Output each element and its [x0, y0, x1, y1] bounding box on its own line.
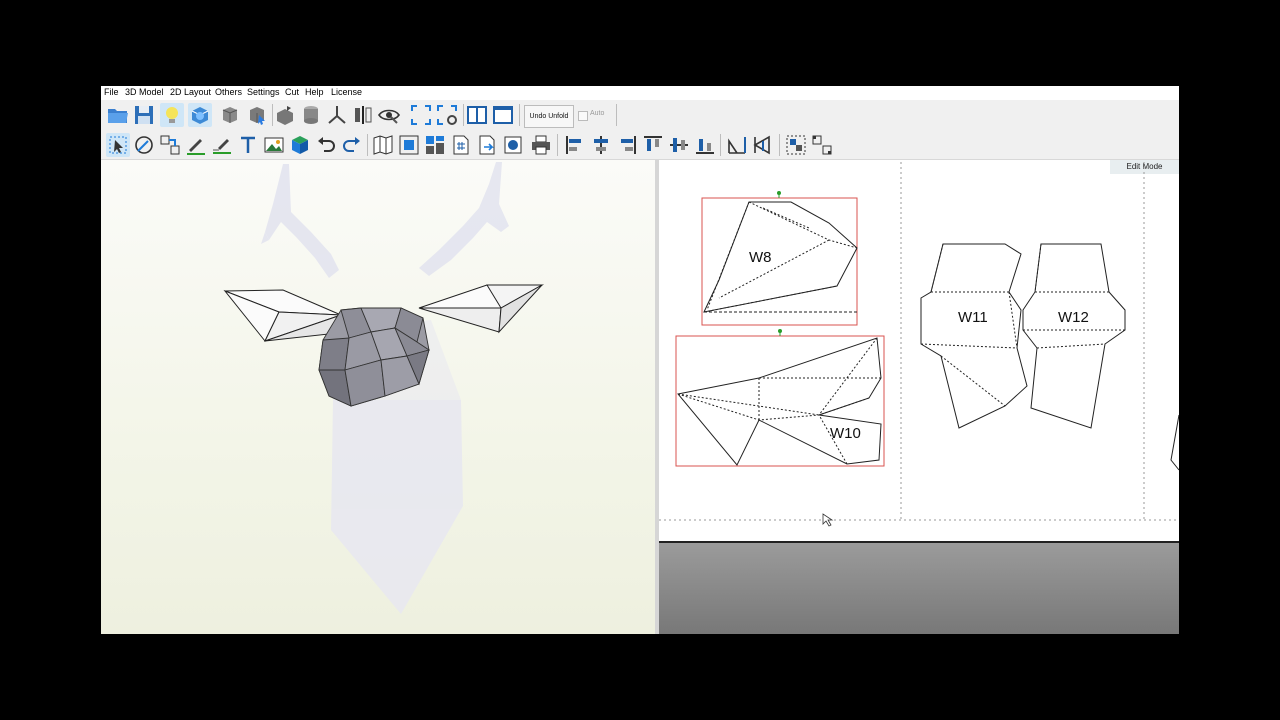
- menu-settings[interactable]: Settings: [247, 87, 280, 97]
- rotate-icon[interactable]: [132, 133, 156, 157]
- 2d-layout-view[interactable]: Edit Mode W8 W10 W11 W12: [659, 160, 1179, 634]
- cylinder-icon[interactable]: [299, 103, 323, 127]
- menu-file[interactable]: File: [104, 87, 119, 97]
- app-window: File 3D Model 2D Layout Others Settings …: [101, 86, 1179, 634]
- cube-flat-icon[interactable]: [273, 103, 297, 127]
- part-label-w11: W11: [958, 309, 988, 326]
- edit-line-icon[interactable]: [210, 133, 234, 157]
- menu-license[interactable]: License: [331, 87, 362, 97]
- select-arrow-icon[interactable]: [106, 133, 130, 157]
- undo-unfold-button[interactable]: Undo Unfold: [524, 105, 574, 128]
- flip-v-icon[interactable]: [751, 133, 775, 157]
- align-top-icon[interactable]: [641, 133, 665, 157]
- flip-h-icon[interactable]: [725, 133, 749, 157]
- align-center-icon[interactable]: [589, 133, 613, 157]
- part-w12[interactable]: [1022, 243, 1126, 429]
- align-bottom-icon[interactable]: [693, 133, 717, 157]
- align-right-icon[interactable]: [615, 133, 639, 157]
- part-w10[interactable]: [675, 329, 885, 467]
- cube-color-icon[interactable]: [288, 133, 312, 157]
- deer-head-model: [223, 162, 544, 614]
- mirror-icon[interactable]: [351, 103, 375, 127]
- auto-checkbox[interactable]: [578, 111, 588, 121]
- part-label-w12: W12: [1058, 309, 1089, 326]
- group-icon[interactable]: [784, 133, 808, 157]
- mouse-cursor-icon: [822, 513, 834, 527]
- toolbar-edit: [101, 131, 1179, 160]
- fit-view-icon[interactable]: [409, 103, 433, 127]
- menu-cut[interactable]: Cut: [285, 87, 299, 97]
- cube-select-icon[interactable]: [245, 103, 269, 127]
- right-ear: [418, 284, 544, 334]
- open-folder-icon[interactable]: [106, 103, 130, 127]
- menu-others[interactable]: Others: [215, 87, 242, 97]
- unfold-map-icon[interactable]: [371, 133, 395, 157]
- ungroup-icon[interactable]: [810, 133, 834, 157]
- undo-icon[interactable]: [314, 133, 338, 157]
- pencil-line-icon[interactable]: [184, 133, 208, 157]
- menu-help[interactable]: Help: [305, 87, 324, 97]
- 3d-view-icon[interactable]: [188, 103, 212, 127]
- 3d-model-view[interactable]: [101, 160, 655, 634]
- redo-icon[interactable]: [340, 133, 364, 157]
- arrange-icon[interactable]: [423, 133, 447, 157]
- part-label-w8: W8: [749, 249, 772, 266]
- axes-icon[interactable]: [325, 103, 349, 127]
- layout-canvas: [659, 162, 1179, 527]
- paper-icon[interactable]: [501, 133, 525, 157]
- toolbar-main: Undo Unfold Auto: [101, 100, 1179, 130]
- menu-bar: File 3D Model 2D Layout Others Settings …: [101, 86, 1179, 100]
- lightbulb-icon[interactable]: [160, 103, 184, 127]
- menu-3d-model[interactable]: 3D Model: [125, 87, 164, 97]
- image-icon[interactable]: [262, 133, 286, 157]
- fit-page-icon[interactable]: [397, 133, 421, 157]
- cube-grey-icon[interactable]: [218, 103, 242, 127]
- text-icon[interactable]: [236, 133, 260, 157]
- print-icon[interactable]: [529, 133, 553, 157]
- align-left-icon[interactable]: [563, 133, 587, 157]
- eye-icon[interactable]: [377, 103, 401, 127]
- split-view-icon[interactable]: [465, 103, 489, 127]
- part-label-w10: W10: [830, 425, 861, 442]
- menu-2d-layout[interactable]: 2D Layout: [170, 87, 211, 97]
- save-icon[interactable]: [132, 103, 156, 127]
- part-w8[interactable]: [701, 191, 858, 326]
- single-view-icon[interactable]: [491, 103, 515, 127]
- align-middle-icon[interactable]: [667, 133, 691, 157]
- layout-empty-area: [659, 541, 1179, 634]
- auto-label: Auto: [590, 110, 605, 117]
- part-w11[interactable]: [920, 243, 1028, 429]
- export-page-icon[interactable]: [475, 133, 499, 157]
- join-parts-icon[interactable]: [158, 133, 182, 157]
- ghost-antlers: [261, 162, 509, 278]
- settings-view-icon[interactable]: [435, 103, 459, 127]
- page-number-icon[interactable]: [449, 133, 473, 157]
